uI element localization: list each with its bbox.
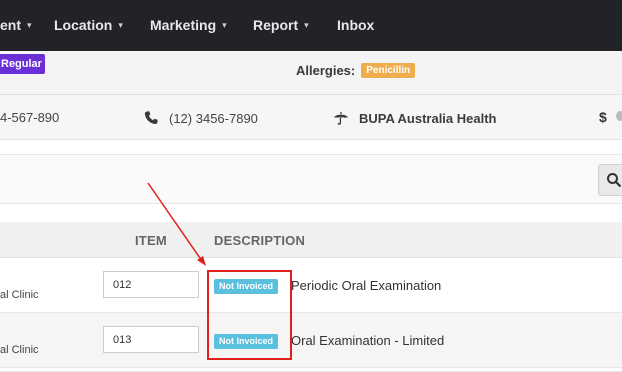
item-code-input[interactable]	[103, 271, 199, 298]
nav-item-inbox[interactable]: Inbox	[337, 17, 374, 33]
treatment-description: Oral Examination - Limited	[291, 333, 445, 348]
chevron-down-icon: ▾	[222, 19, 227, 30]
column-header-description: DESCRIPTION	[214, 233, 306, 248]
nav-item-patient[interactable]: ent ▾	[0, 17, 32, 33]
nav-item-label: Location	[54, 17, 113, 33]
nav-item-label: Marketing	[150, 17, 217, 33]
phone-primary-text: 4-567-890	[0, 110, 60, 125]
insurer: BUPA Australia Health	[333, 110, 497, 126]
search-icon	[607, 173, 622, 188]
chevron-down-icon: ▾	[118, 19, 123, 30]
clinic-name: al Clinic	[0, 344, 39, 356]
umbrella-icon	[334, 112, 348, 125]
chevron-down-icon: ▾	[304, 19, 309, 30]
phone-icon	[144, 111, 158, 125]
allergies-section: Allergies: Penicillin	[296, 63, 416, 78]
treatment-description: Periodic Oral Examination	[291, 278, 442, 293]
table-row: al Clinic Not Invoiced Oral Examination …	[0, 313, 622, 368]
allergy-badge: Penicillin	[361, 63, 416, 78]
phone-secondary: (12) 3456-7890	[143, 110, 258, 126]
nav-item-label: Inbox	[337, 17, 375, 33]
insurer-name: BUPA Australia Health	[359, 110, 497, 126]
nav-item-marketing[interactable]: Marketing ▾	[150, 17, 227, 33]
search-button[interactable]	[598, 164, 622, 196]
table-row-partial	[0, 368, 622, 372]
nav-item-label: ent	[0, 17, 21, 33]
nav-item-label: Report	[253, 17, 299, 33]
patient-contact-bar: 4-567-890 (12) 3456-7890 BUPA Australia …	[0, 95, 622, 140]
nav-item-report[interactable]: Report ▾	[253, 17, 309, 33]
chevron-down-icon: ▾	[27, 19, 32, 30]
clinic-name: al Clinic	[0, 289, 39, 301]
balance-indicator	[616, 111, 622, 121]
status-badge: Not Invoiced	[214, 279, 279, 294]
patient-type-badge: Regular	[0, 54, 45, 74]
item-code-input[interactable]	[103, 326, 199, 353]
top-navbar: ent ▾ Location ▾ Marketing ▾ Report ▾ In…	[0, 0, 622, 51]
currency-symbol: $	[599, 109, 607, 125]
search-bar	[0, 154, 622, 204]
treatments-table-header: ITEM DESCRIPTION	[0, 222, 622, 258]
table-row: al Clinic Not Invoiced Periodic Oral Exa…	[0, 258, 622, 313]
patient-summary-bar: Regular Allergies: Penicillin	[0, 51, 622, 95]
allergies-label: Allergies:	[296, 63, 356, 78]
phone-primary: 4-567-890	[0, 110, 59, 125]
nav-item-location[interactable]: Location ▾	[54, 17, 123, 33]
phone-secondary-text: (12) 3456-7890	[169, 110, 258, 126]
column-header-item: ITEM	[135, 233, 167, 248]
status-badge: Not Invoiced	[214, 334, 279, 349]
